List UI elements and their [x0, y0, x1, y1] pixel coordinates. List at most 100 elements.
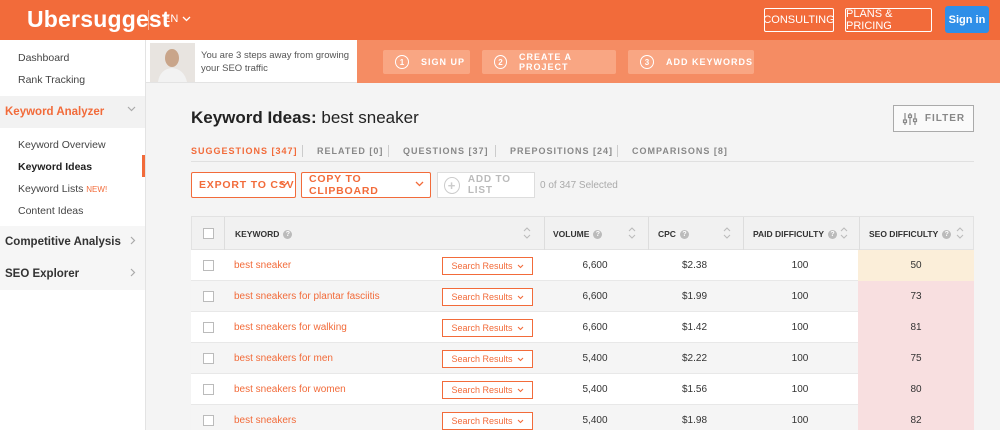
search-query: best sneaker	[321, 108, 419, 127]
tabs-underline	[191, 161, 974, 162]
add-label: ADD TO LIST	[467, 174, 511, 196]
step-label: SIGN UP	[421, 57, 466, 67]
keyword-link[interactable]: best sneaker	[234, 260, 291, 271]
steps-bar: 1 SIGN UP 2 CREATE A PROJECT 3 ADD KEYWO…	[357, 40, 1000, 83]
tab-prepositions[interactable]: PREPOSITIONS [24]	[510, 146, 613, 156]
section-label: SEO Explorer	[5, 268, 80, 280]
step-sign-up-button[interactable]: 1 SIGN UP	[383, 50, 470, 74]
row-checkbox[interactable]	[203, 353, 214, 364]
language-selector[interactable]: EN	[163, 13, 191, 25]
sort-icon[interactable]	[956, 226, 964, 240]
info-icon[interactable]: ?	[827, 229, 837, 239]
volume-cell: 6,600	[582, 322, 608, 333]
table-row: best sneakers for men Search Results 5,4…	[191, 343, 974, 374]
active-indicator	[142, 155, 145, 177]
search-results-button[interactable]: Search Results	[442, 288, 533, 306]
keyword-link[interactable]: best sneakers for men	[234, 353, 333, 364]
table-row: best sneakers for plantar fasciitis Sear…	[191, 281, 974, 312]
sidebar-section-keyword-analyzer[interactable]: Keyword Analyzer	[0, 96, 145, 128]
info-icon[interactable]: ?	[593, 229, 603, 239]
add-to-list-button[interactable]: + ADD TO LIST	[437, 172, 535, 198]
chevron-down-icon	[517, 295, 523, 299]
info-icon[interactable]: ?	[942, 229, 952, 239]
seo-difficulty-cell: 82	[858, 405, 974, 430]
export-csv-button[interactable]: EXPORT TO CSV	[191, 172, 296, 198]
sidebar-section-competitive-analysis[interactable]: Competitive Analysis	[0, 226, 145, 258]
divider	[388, 145, 389, 157]
sidebar-item-rank-tracking[interactable]: Rank Tracking	[18, 74, 85, 86]
new-badge: NEW!	[86, 185, 108, 194]
volume-cell: 5,400	[582, 384, 608, 395]
step-add-keywords-button[interactable]: 3 ADD KEYWORDS	[628, 50, 754, 74]
divider	[495, 145, 496, 157]
sidebar-item-label: Keyword Lists	[18, 183, 84, 195]
info-icon[interactable]: ?	[283, 229, 293, 239]
cpc-cell: $2.22	[681, 353, 708, 364]
search-results-button[interactable]: Search Results	[442, 319, 533, 337]
cpc-cell: $1.42	[681, 322, 708, 333]
table-row: best sneakers for women Search Results 5…	[191, 374, 974, 405]
cpc-cell: $1.56	[681, 384, 708, 395]
keyword-link[interactable]: best sneakers for plantar fasciitis	[234, 291, 380, 302]
tab-suggestions[interactable]: SUGGESTIONS [347]	[191, 146, 298, 156]
divider	[859, 217, 860, 251]
tab-comparisons[interactable]: COMPARISONS [8]	[632, 146, 728, 156]
column-header-paid-difficulty[interactable]: PAID DIFFICULTY ?	[753, 229, 837, 239]
sidebar-item-keyword-lists[interactable]: Keyword Lists NEW!	[18, 183, 107, 195]
row-checkbox[interactable]	[203, 291, 214, 302]
row-checkbox[interactable]	[203, 415, 214, 426]
keyword-link[interactable]: best sneakers	[234, 415, 296, 426]
sign-in-button[interactable]: Sign in	[945, 6, 989, 33]
chevron-right-icon	[130, 236, 136, 245]
sort-icon[interactable]	[523, 226, 531, 240]
info-icon[interactable]: ?	[679, 229, 689, 239]
search-results-button[interactable]: Search Results	[442, 350, 533, 368]
filter-label: FILTER	[924, 113, 966, 124]
row-checkbox[interactable]	[203, 260, 214, 271]
sort-icon[interactable]	[723, 226, 731, 240]
column-header-cpc[interactable]: CPC ?	[658, 229, 689, 239]
top-bar: Ubersuggest EN CONSULTING PLANS & PRICIN…	[0, 0, 1000, 40]
seo-difficulty-cell: 73	[858, 281, 974, 312]
sort-icon[interactable]	[628, 226, 636, 240]
sidebar-item-keyword-ideas[interactable]: Keyword Ideas	[18, 161, 92, 173]
paid-difficulty-cell: 100	[791, 384, 809, 395]
search-results-button[interactable]: Search Results	[442, 412, 533, 430]
selected-count: 0 of 347 Selected	[540, 180, 618, 191]
cpc-cell: $1.99	[681, 291, 708, 302]
search-results-button[interactable]: Search Results	[442, 381, 533, 399]
sidebar: Dashboard Rank Tracking Keyword Analyzer…	[0, 40, 146, 430]
volume-cell: 6,600	[582, 260, 608, 271]
consulting-button[interactable]: CONSULTING	[763, 8, 835, 32]
onboarding-banner: You are 3 steps away from growing your S…	[146, 40, 357, 83]
column-header-keyword[interactable]: KEYWORD ?	[235, 229, 293, 239]
column-header-seo-difficulty[interactable]: SEO DIFFICULTY ?	[869, 229, 952, 239]
row-checkbox[interactable]	[203, 322, 214, 333]
keyword-link[interactable]: best sneakers for women	[234, 384, 346, 395]
step-number: 1	[395, 55, 409, 69]
keyword-link[interactable]: best sneakers for walking	[234, 322, 347, 333]
sidebar-section-seo-explorer[interactable]: SEO Explorer	[0, 258, 145, 290]
paid-difficulty-cell: 100	[791, 353, 809, 364]
filter-button[interactable]: FILTER	[893, 105, 974, 132]
plans-pricing-button[interactable]: PLANS & PRICING	[845, 8, 932, 32]
search-results-button[interactable]: Search Results	[442, 257, 533, 275]
sidebar-item-keyword-overview[interactable]: Keyword Overview	[18, 139, 106, 151]
sidebar-item-content-ideas[interactable]: Content Ideas	[18, 205, 83, 217]
chevron-down-icon	[280, 181, 289, 187]
sort-icon[interactable]	[840, 226, 848, 240]
select-all-checkbox[interactable]	[203, 228, 214, 239]
table-row: best sneakers Search Results 5,400 $1.98…	[191, 405, 974, 430]
paid-difficulty-cell: 100	[791, 260, 809, 271]
tab-questions[interactable]: QUESTIONS [37]	[403, 146, 489, 156]
step-label: ADD KEYWORDS	[666, 57, 754, 67]
copy-clipboard-button[interactable]: COPY TO CLIPBOARD	[301, 172, 431, 198]
row-checkbox[interactable]	[203, 384, 214, 395]
volume-cell: 5,400	[582, 353, 608, 364]
step-create-project-button[interactable]: 2 CREATE A PROJECT	[482, 50, 616, 74]
sidebar-item-dashboard[interactable]: Dashboard	[18, 52, 69, 64]
tab-related[interactable]: RELATED [0]	[317, 146, 383, 156]
banner-text: You are 3 steps away from growing your S…	[201, 50, 350, 74]
chevron-down-icon	[517, 264, 523, 268]
column-header-volume[interactable]: VOLUME ?	[553, 229, 603, 239]
